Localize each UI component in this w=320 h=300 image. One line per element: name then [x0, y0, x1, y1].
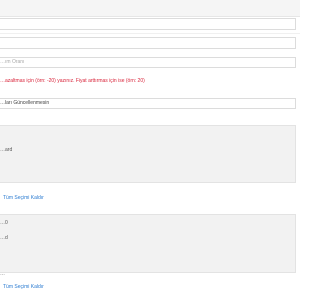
card-2-text-2: …d [0, 235, 8, 241]
card-2-text-3: … [0, 271, 5, 277]
ratio-placeholder: …ım Oranı [0, 59, 25, 65]
card-2-text-1: …0 [0, 220, 8, 226]
selection-card-2: …0 …d … [0, 214, 296, 277]
selection-card-1: …ard [0, 125, 296, 183]
top-band [0, 0, 300, 16]
update-select-value: …ları Güncellenmesin [0, 100, 50, 106]
update-select[interactable]: …ları Güncellenmesin [0, 98, 296, 109]
ratio-input[interactable]: …ım Oranı [0, 57, 296, 68]
divider [0, 16, 300, 17]
price-change-hint: …azaltmas için (örn: -20) yazınız. Fiyat… [0, 78, 145, 84]
card-1-text: …ard [0, 147, 13, 153]
clear-selection-link-2[interactable]: Tüm Seçimi Kaldır [3, 284, 44, 290]
divider [0, 33, 300, 34]
text-input-1[interactable] [0, 18, 296, 30]
clear-selection-link-1[interactable]: Tüm Seçimi Kaldır [3, 195, 44, 201]
text-input-2[interactable] [0, 37, 296, 49]
